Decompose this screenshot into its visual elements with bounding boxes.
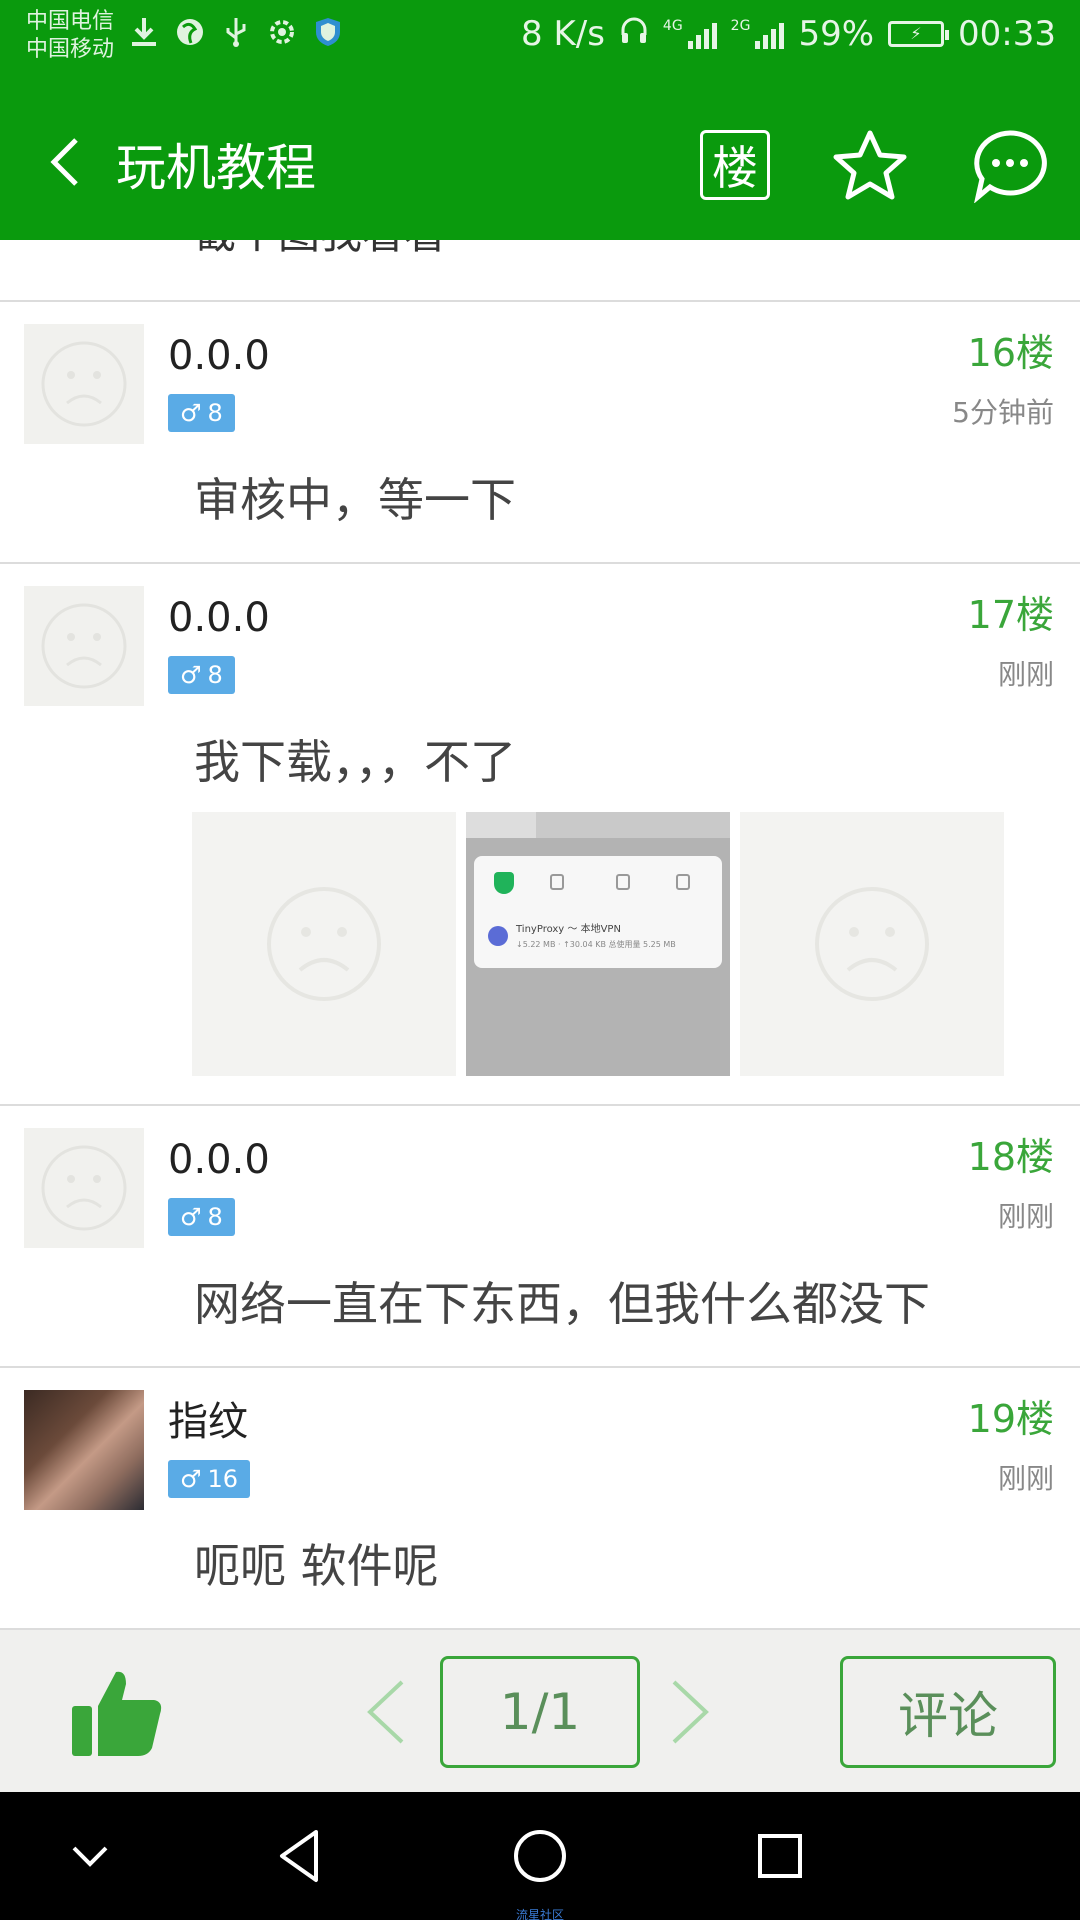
reply-item[interactable]: 指纹 ♂ 16 19楼 刚刚 呃呃 软件呢 xyxy=(0,1368,1080,1628)
sad-face-placeholder-icon xyxy=(41,341,127,427)
comment-button[interactable]: 评论 xyxy=(840,1656,1056,1768)
avatar[interactable] xyxy=(24,586,144,706)
thumbs-up-icon xyxy=(72,1671,162,1756)
avatar[interactable] xyxy=(24,324,144,444)
shield-icon xyxy=(494,872,514,894)
male-icon: ♂ xyxy=(180,1203,202,1231)
like-button[interactable] xyxy=(68,1664,168,1760)
image-placeholder[interactable] xyxy=(192,812,456,1076)
page-title: 玩机教程 xyxy=(116,139,316,197)
usb-icon xyxy=(220,16,252,48)
download-icon xyxy=(128,16,160,48)
net-speed: 8 K/s xyxy=(521,14,605,54)
nav-back-button[interactable] xyxy=(268,1824,332,1888)
male-icon: ♂ xyxy=(180,399,202,427)
battery-percent: 59% xyxy=(798,14,875,54)
signal-icon: 4G xyxy=(663,19,717,49)
star-icon xyxy=(833,130,907,200)
avatar[interactable] xyxy=(24,1390,144,1510)
username[interactable]: 0.0.0 xyxy=(168,332,270,380)
carrier-1: 中国电信 xyxy=(26,9,115,34)
level-badge: ♂ 8 xyxy=(168,394,235,432)
shield-icon xyxy=(312,16,344,48)
username[interactable]: 0.0.0 xyxy=(168,1136,270,1184)
system-nav-bar xyxy=(0,1792,1080,1920)
reply-text: 我下载，，，不了 xyxy=(194,735,516,789)
male-icon: ♂ xyxy=(180,661,202,689)
bottom-action-bar: 1/1 评论 xyxy=(0,1628,1080,1792)
reply-text: 呃呃 软件呢 xyxy=(194,1539,439,1593)
reply-item[interactable]: 0.0.0 ♂ 8 18楼 刚刚 网络一直在下东西，但我什么都没下 xyxy=(0,1106,1080,1366)
app-header: 玩机教程 楼 xyxy=(0,76,1080,240)
username[interactable]: 0.0.0 xyxy=(168,594,270,642)
hide-nav-button[interactable] xyxy=(58,1824,122,1888)
level-badge: ♂ 16 xyxy=(168,1460,251,1498)
watermark: 流星社区 xyxy=(515,1908,564,1920)
status-bar: 中国电信 中国移动 8 K/s 4G 2G 59% ⚡ 00:33 xyxy=(0,0,1080,76)
nav-recents-button[interactable] xyxy=(748,1824,812,1888)
signal-icon: 2G xyxy=(731,19,785,49)
level-badge: ♂ 8 xyxy=(168,1198,235,1236)
battery-charging-icon: ⚡ xyxy=(888,21,950,47)
previous-post-text: 截个图我看看 xyxy=(194,240,446,261)
username[interactable]: 指纹 xyxy=(168,1398,248,1446)
back-button[interactable] xyxy=(40,134,90,190)
male-icon: ♂ xyxy=(180,1465,202,1493)
circle-home-icon xyxy=(514,1830,566,1882)
next-page-button[interactable] xyxy=(668,1678,712,1746)
floor-number: 19楼 xyxy=(967,1397,1054,1441)
headphones-icon xyxy=(619,14,649,54)
chevron-right-icon xyxy=(672,1680,709,1744)
browser-icon xyxy=(174,16,206,48)
post-time: 5分钟前 xyxy=(952,396,1054,429)
square-recents-icon xyxy=(758,1834,802,1878)
floor-number: 16楼 xyxy=(967,331,1054,375)
reply-item[interactable]: 0.0.0 ♂ 8 17楼 刚刚 我下载，，，不了 TinyProxy ～ 本地V… xyxy=(0,564,1080,1104)
carrier-info: 中国电信 中国移动 xyxy=(26,8,114,64)
post-time: 刚刚 xyxy=(997,658,1054,691)
favorite-button[interactable] xyxy=(830,130,910,200)
vpn-card: TinyProxy ～ 本地VPN ↓5.22 MB · ↑30.04 KB 总… xyxy=(474,856,722,968)
reply-text: 网络一直在下东西，但我什么都没下 xyxy=(194,1277,930,1331)
prev-page-button[interactable] xyxy=(364,1678,408,1746)
chevron-down-icon xyxy=(72,1846,108,1867)
carrier-2: 中国移动 xyxy=(26,37,115,62)
jump-to-floor-button[interactable]: 楼 xyxy=(700,130,770,200)
sad-face-placeholder-icon xyxy=(267,887,381,1001)
avatar[interactable] xyxy=(24,1128,144,1248)
post-time: 刚刚 xyxy=(997,1200,1054,1233)
image-placeholder[interactable] xyxy=(740,812,1004,1076)
floor-number: 18楼 xyxy=(967,1135,1054,1179)
screenshot-thumbnail[interactable]: TinyProxy ～ 本地VPN ↓5.22 MB · ↑30.04 KB 总… xyxy=(466,812,730,1076)
reply-item[interactable]: 0.0.0 ♂ 8 16楼 5分钟前 审核中，等一下 xyxy=(0,302,1080,562)
sad-face-placeholder-icon xyxy=(815,887,929,1001)
image-gallery: TinyProxy ～ 本地VPN ↓5.22 MB · ↑30.04 KB 总… xyxy=(192,812,1004,1076)
reply-list[interactable]: 截个图我看看 0.0.0 ♂8 16楼 5分钟前 审核中，等一下 0.0.0 ♂… xyxy=(0,240,1080,1628)
sad-face-placeholder-icon xyxy=(41,603,127,689)
chat-bubble-icon xyxy=(974,130,1047,203)
floor-number: 17楼 xyxy=(967,593,1054,637)
clock: 00:33 xyxy=(958,14,1056,54)
triangle-back-icon xyxy=(280,1830,318,1882)
comments-button[interactable] xyxy=(970,130,1050,203)
reply-text: 审核中，等一下 xyxy=(194,473,516,527)
chevron-left-icon xyxy=(367,1680,404,1744)
settings-icon xyxy=(266,16,298,48)
vpn-icon xyxy=(488,926,508,946)
chevron-left-icon xyxy=(50,138,78,186)
post-time: 刚刚 xyxy=(997,1462,1054,1495)
level-badge: ♂ 8 xyxy=(168,656,235,694)
page-indicator[interactable]: 1/1 xyxy=(440,1656,640,1768)
nav-home-button[interactable] xyxy=(508,1824,572,1888)
sad-face-placeholder-icon xyxy=(41,1145,127,1231)
